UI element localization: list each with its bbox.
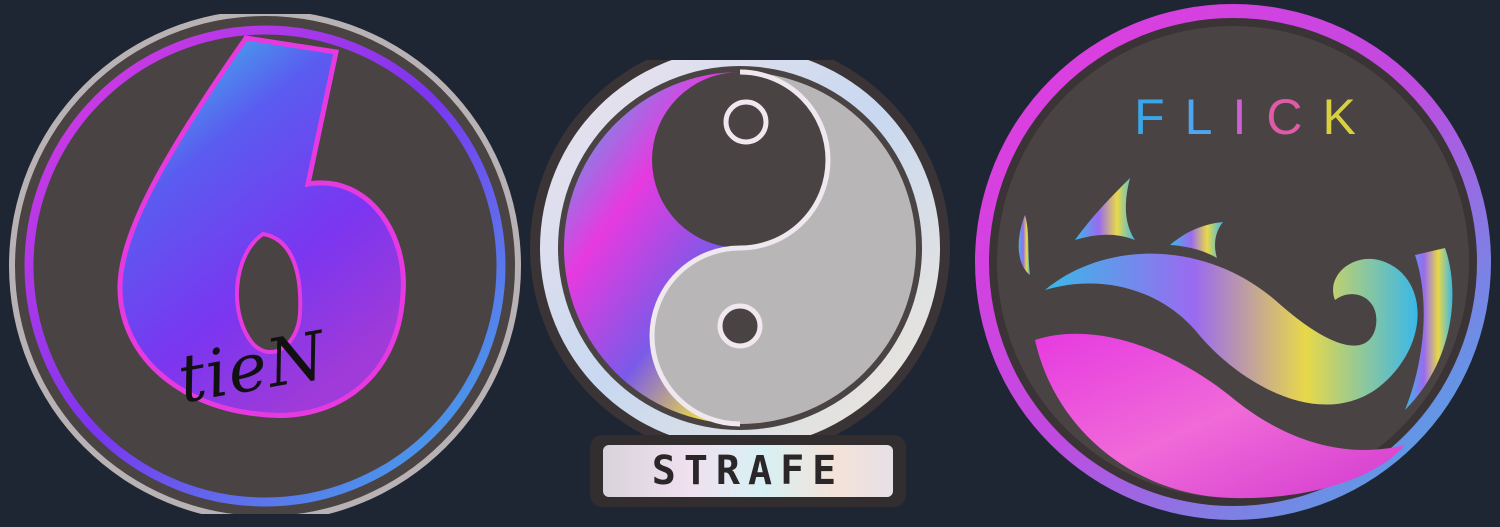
strafe-sticker-art [530,60,950,450]
flick-title: FLICK [975,88,1500,146]
flick-letter: K [1322,89,1376,145]
tier-sticker[interactable]: tieN [8,14,528,514]
tier-sticker-art [9,14,521,514]
flick-letter: L [1184,89,1233,145]
flick-letter: F [1134,89,1185,145]
yin-dot [723,99,769,145]
yang-dot [717,303,763,349]
flick-letter: I [1232,89,1267,145]
flick-sticker[interactable]: FLICK [975,0,1495,527]
strafe-sticker[interactable]: STRAFE [528,60,968,520]
flick-letter: C [1266,89,1323,145]
strafe-label: STRAFE [651,448,845,494]
flick-sticker-art [975,4,1491,520]
sticker-gallery: tieN STRAFE FLICK [0,0,1500,527]
strafe-nameplate: STRAFE [590,435,906,507]
